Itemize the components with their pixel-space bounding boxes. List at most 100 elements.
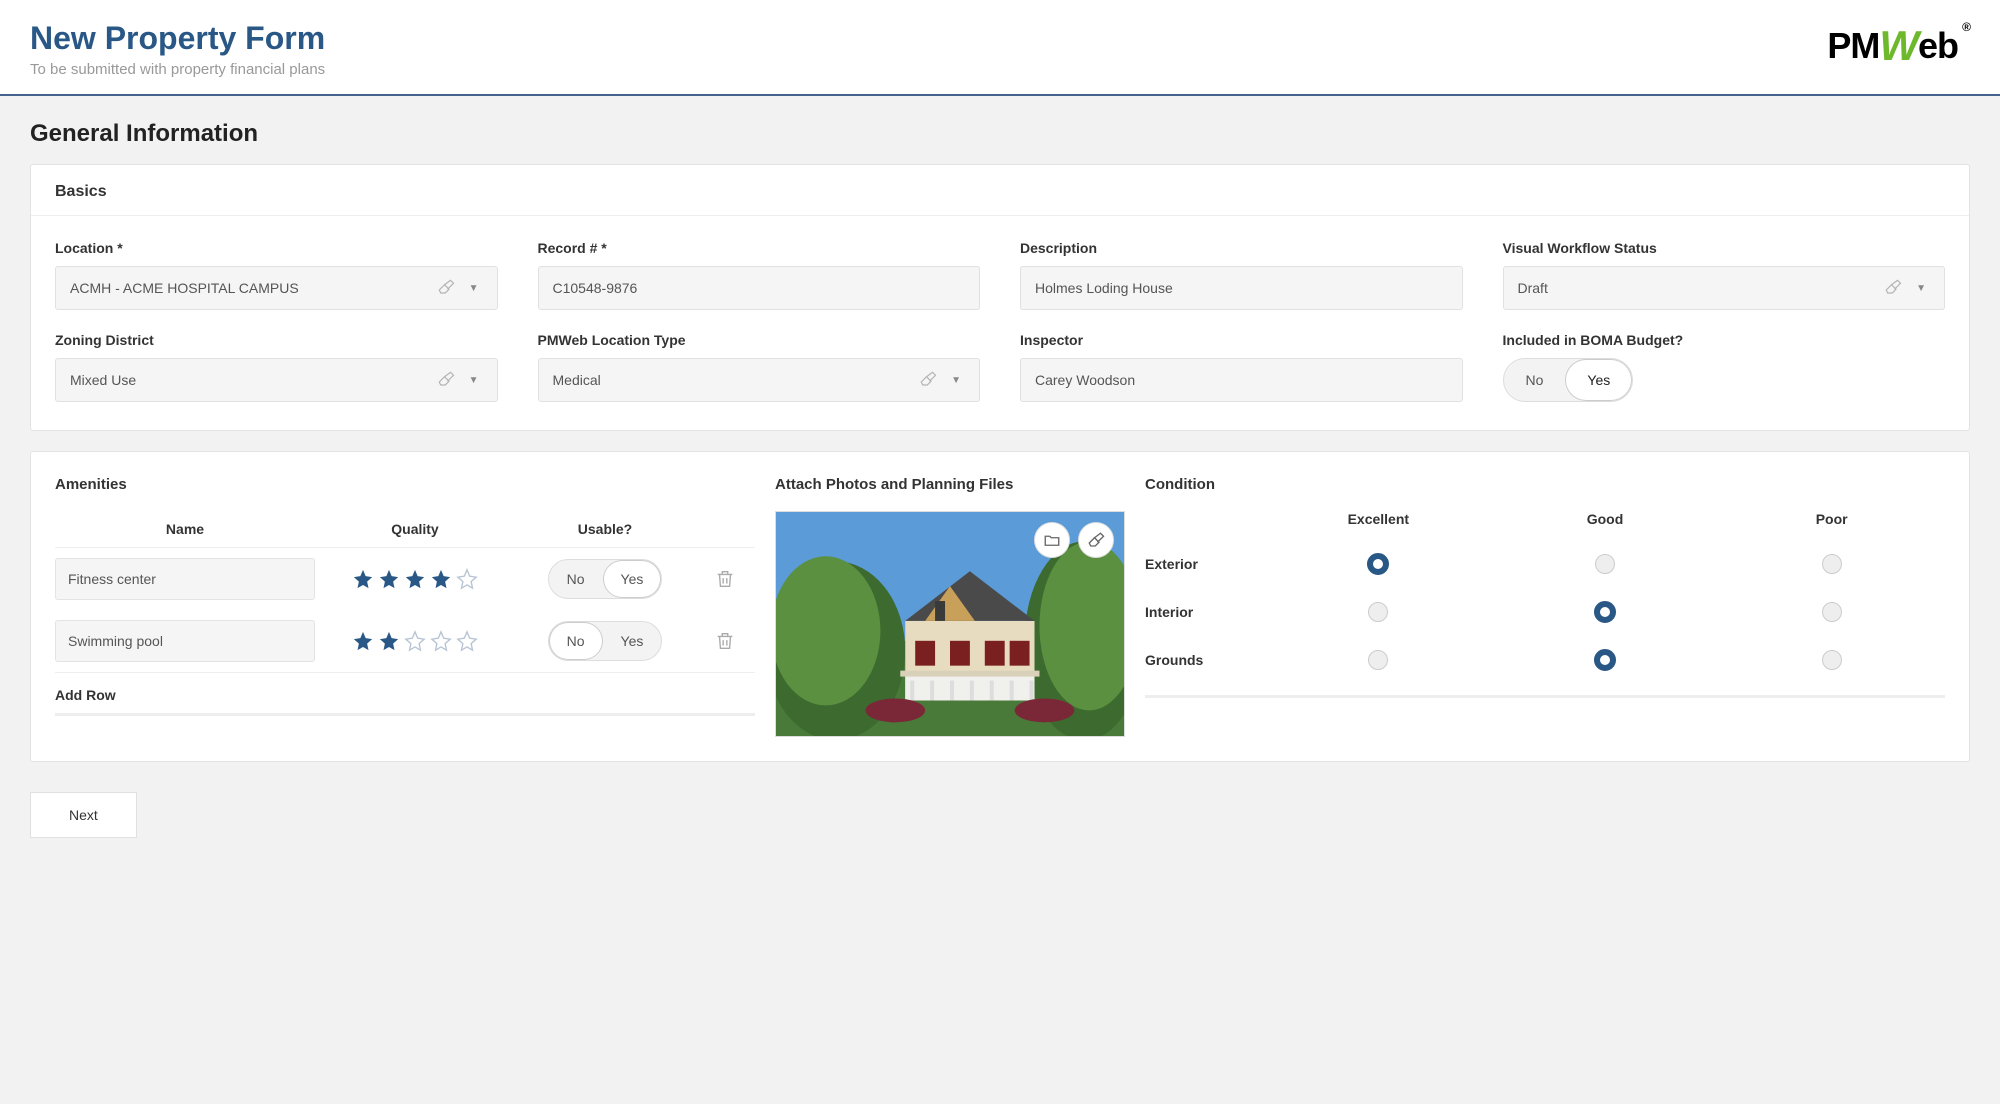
condition-radio-cell xyxy=(1718,650,1945,670)
inspector-input-wrap[interactable] xyxy=(1020,358,1463,402)
quality-stars[interactable] xyxy=(315,630,515,652)
amenity-name-input[interactable]: Swimming pool xyxy=(55,620,315,662)
chevron-down-icon[interactable]: ▼ xyxy=(465,279,483,298)
divider xyxy=(1145,695,1945,698)
radio-button[interactable] xyxy=(1367,553,1389,575)
boma-no[interactable]: No xyxy=(1504,359,1566,401)
condition-row-label: Interior xyxy=(1145,604,1265,620)
inspector-field: Inspector xyxy=(1020,332,1463,402)
star-icon[interactable] xyxy=(456,568,478,590)
usable-yes[interactable]: Yes xyxy=(603,560,662,598)
amenity-row: Swimming pool NoYes xyxy=(55,610,755,672)
radio-button[interactable] xyxy=(1368,602,1388,622)
workflow-select[interactable]: ▼ xyxy=(1503,266,1946,310)
radio-button[interactable] xyxy=(1822,650,1842,670)
divider xyxy=(55,713,755,716)
amenities-section: Amenities Name Quality Usable? Fitness c… xyxy=(55,476,755,737)
loctype-select[interactable]: ▼ xyxy=(538,358,981,402)
description-field: Description xyxy=(1020,240,1463,310)
usable-toggle: NoYes xyxy=(515,621,695,661)
amenities-header-row: Name Quality Usable? xyxy=(55,511,755,548)
usable-toggle: NoYes xyxy=(515,559,695,599)
inspector-input[interactable] xyxy=(1035,372,1448,388)
radio-button[interactable] xyxy=(1368,650,1388,670)
zoning-label: Zoning District xyxy=(55,332,498,348)
eraser-icon[interactable] xyxy=(1884,278,1902,298)
usable-no[interactable]: No xyxy=(549,622,603,660)
eraser-icon[interactable] xyxy=(437,278,455,298)
condition-col-header: Poor xyxy=(1718,511,1945,527)
boma-yes[interactable]: Yes xyxy=(1565,359,1632,401)
record-label: Record # * xyxy=(538,240,981,256)
star-icon[interactable] xyxy=(352,630,374,652)
col-usable: Usable? xyxy=(515,521,695,537)
usable-pill[interactable]: NoYes xyxy=(548,621,663,661)
zoning-field: Zoning District ▼ xyxy=(55,332,498,402)
eraser-icon[interactable] xyxy=(919,370,937,390)
star-icon[interactable] xyxy=(430,630,452,652)
record-field: Record # * xyxy=(538,240,981,310)
chevron-down-icon[interactable]: ▼ xyxy=(465,371,483,390)
zoning-input[interactable] xyxy=(70,372,431,388)
attach-heading: Attach Photos and Planning Files xyxy=(775,476,1125,493)
radio-button[interactable] xyxy=(1822,602,1842,622)
location-select[interactable]: ▼ xyxy=(55,266,498,310)
star-icon[interactable] xyxy=(352,568,374,590)
amenity-name-input[interactable]: Fitness center xyxy=(55,558,315,600)
trash-icon[interactable] xyxy=(695,568,755,590)
radio-button[interactable] xyxy=(1595,554,1615,574)
condition-radio-cell xyxy=(1265,553,1492,575)
next-button[interactable]: Next xyxy=(30,792,137,838)
basics-card: Basics Location * ▼ Record # * Descripti… xyxy=(30,164,1970,431)
chevron-down-icon[interactable]: ▼ xyxy=(947,371,965,390)
condition-row-label: Exterior xyxy=(1145,556,1265,572)
location-field: Location * ▼ xyxy=(55,240,498,310)
zoning-select[interactable]: ▼ xyxy=(55,358,498,402)
usable-pill[interactable]: NoYes xyxy=(548,559,663,599)
record-input[interactable] xyxy=(553,280,966,296)
radio-button[interactable] xyxy=(1822,554,1842,574)
star-icon[interactable] xyxy=(404,630,426,652)
star-icon[interactable] xyxy=(456,630,478,652)
page-title: New Property Form xyxy=(30,20,325,57)
boma-label: Included in BOMA Budget? xyxy=(1503,332,1946,348)
usable-yes[interactable]: Yes xyxy=(603,622,662,660)
description-input[interactable] xyxy=(1035,280,1448,296)
location-label: Location * xyxy=(55,240,498,256)
loctype-label: PMWeb Location Type xyxy=(538,332,981,348)
eraser-icon[interactable] xyxy=(437,370,455,390)
star-icon[interactable] xyxy=(378,568,400,590)
workflow-input[interactable] xyxy=(1518,280,1879,296)
page-subtitle: To be submitted with property financial … xyxy=(30,61,325,78)
col-name: Name xyxy=(55,521,315,537)
amenity-row: Fitness center NoYes xyxy=(55,548,755,610)
workflow-label: Visual Workflow Status xyxy=(1503,240,1946,256)
trash-icon[interactable] xyxy=(695,630,755,652)
condition-radio-cell xyxy=(1492,554,1719,574)
radio-button[interactable] xyxy=(1594,649,1616,671)
condition-col-header: Good xyxy=(1492,511,1719,527)
photo-attachment[interactable] xyxy=(775,511,1125,737)
description-input-wrap[interactable] xyxy=(1020,266,1463,310)
condition-radio-cell xyxy=(1265,602,1492,622)
star-icon[interactable] xyxy=(430,568,452,590)
add-row-button[interactable]: Add Row xyxy=(55,672,755,709)
folder-icon[interactable] xyxy=(1034,522,1070,558)
boma-field: Included in BOMA Budget? No Yes xyxy=(1503,332,1946,402)
star-icon[interactable] xyxy=(378,630,400,652)
loctype-input[interactable] xyxy=(553,372,914,388)
boma-toggle[interactable]: No Yes xyxy=(1503,358,1634,402)
condition-radio-cell xyxy=(1492,601,1719,623)
usable-no[interactable]: No xyxy=(549,560,603,598)
loctype-field: PMWeb Location Type ▼ xyxy=(538,332,981,402)
record-input-wrap[interactable] xyxy=(538,266,981,310)
quality-stars[interactable] xyxy=(315,568,515,590)
chevron-down-icon[interactable]: ▼ xyxy=(1912,279,1930,298)
radio-button[interactable] xyxy=(1594,601,1616,623)
eraser-icon[interactable] xyxy=(1078,522,1114,558)
location-input[interactable] xyxy=(70,280,431,296)
description-label: Description xyxy=(1020,240,1463,256)
condition-heading: Condition xyxy=(1145,476,1945,493)
condition-radio-cell xyxy=(1718,602,1945,622)
star-icon[interactable] xyxy=(404,568,426,590)
